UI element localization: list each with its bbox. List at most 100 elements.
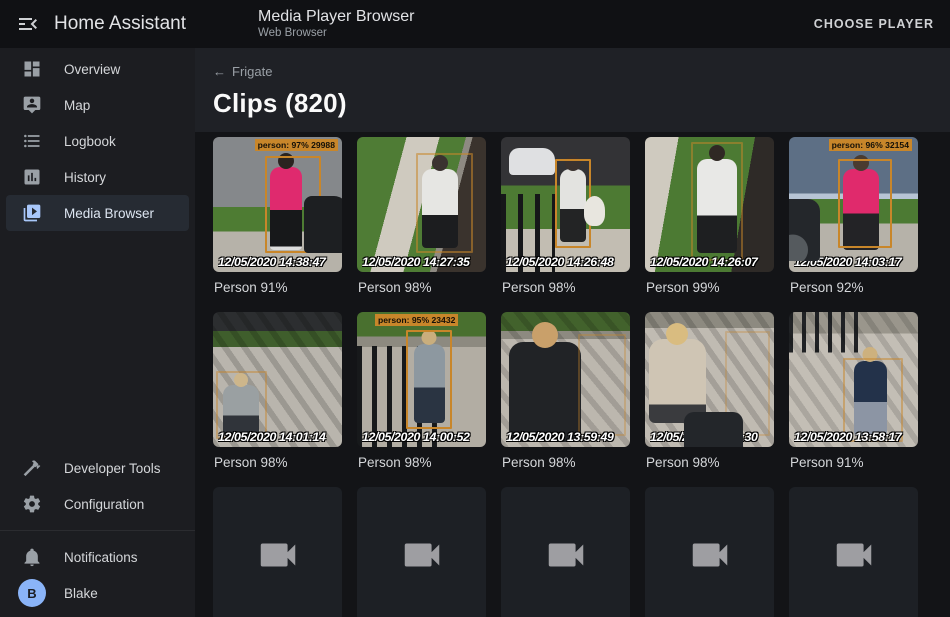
clip-item[interactable]: 12/05/2020 14:01:14 Person 98%	[213, 312, 342, 481]
clip-caption: Person 98%	[358, 455, 486, 470]
sidebar-divider	[0, 530, 195, 531]
breadcrumb-back[interactable]: ← Frigate	[213, 64, 272, 79]
detection-bbox	[265, 156, 322, 253]
clip-thumbnail[interactable]: 12/05/2020 13:58:17	[789, 312, 918, 447]
clip-thumbnail[interactable]: 12/05/2020 14:27:35	[357, 137, 486, 272]
sidebar-item-overview[interactable]: Overview	[6, 51, 189, 87]
clip-item[interactable]: person: 95% 23432 12/05/2020 14:00:52 Pe…	[357, 312, 486, 481]
clip-item[interactable]: 12/05/2020 13:58:17 Person 91%	[789, 312, 918, 481]
video-camera-icon	[543, 532, 589, 578]
app-title: Home Assistant	[54, 13, 186, 35]
choose-player-button[interactable]: CHOOSE PLAYER	[798, 9, 950, 39]
sidebar-item-history[interactable]: History	[6, 159, 189, 195]
hammer-icon	[22, 458, 42, 478]
clip-item[interactable]: person: 97% 29988 12/05/2020 14:38:47 Pe…	[213, 137, 342, 306]
sidebar-item-label: Logbook	[64, 134, 116, 149]
sidebar-item-logbook[interactable]: Logbook	[6, 123, 189, 159]
sidebar-item-notifications[interactable]: Notifications	[6, 539, 189, 575]
user-avatar: B	[18, 579, 46, 607]
clip-thumbnail[interactable]: person: 97% 29988 12/05/2020 14:38:47	[213, 137, 342, 272]
gear-icon	[22, 494, 42, 514]
video-camera-icon	[687, 532, 733, 578]
clip-caption: Person 98%	[214, 455, 342, 470]
detection-bbox	[416, 153, 473, 253]
sidebar-item-label: Map	[64, 98, 90, 113]
folder-thumbnail[interactable]	[501, 487, 630, 617]
clip-timestamp: 12/05/2020 13:59:49	[506, 430, 628, 444]
clip-thumbnail[interactable]: 12/05/2020 14:26:07	[645, 137, 774, 272]
clip-thumbnail[interactable]: 12/05/2020 14:01:14	[213, 312, 342, 447]
clip-thumbnail[interactable]: 12/05/2020 14:26:48	[501, 137, 630, 272]
clip-thumbnail[interactable]: person: 96% 32154 12/05/2020 14:03:17	[789, 137, 918, 272]
view-dashboard-icon	[22, 59, 42, 79]
clip-caption: Person 98%	[502, 280, 630, 295]
folder-thumbnail[interactable]	[213, 487, 342, 617]
media-browser-panel: ← Frigate Clips (820) person: 97% 29988 …	[195, 48, 950, 617]
person-figure	[649, 339, 706, 423]
clip-timestamp: 12/05/2020 14:38:47	[218, 255, 340, 269]
chart-box-icon	[22, 167, 42, 187]
list-bulleted-icon	[22, 131, 42, 151]
clip-timestamp: 12/05/2020 13:58:17	[794, 430, 916, 444]
sidebar-toggle-icon[interactable]	[16, 12, 40, 36]
clip-item[interactable]: 12/05/2020 14:26:48 Person 98%	[501, 137, 630, 306]
clip-timestamp: 12/05/2020 14:03:17	[794, 255, 916, 269]
video-camera-icon	[831, 532, 877, 578]
sidebar-item-configuration[interactable]: Configuration	[6, 486, 189, 522]
person-figure	[509, 342, 581, 442]
clip-item[interactable]: 12/05/2020 13:59:49 Person 98%	[501, 312, 630, 481]
detection-bbox	[578, 334, 626, 437]
sidebar-item-developer-tools[interactable]: Developer Tools	[6, 450, 189, 486]
detection-bbox	[725, 331, 770, 436]
detection-bbox	[555, 159, 591, 248]
clip-caption: Person 91%	[214, 280, 342, 295]
sidebar-item-label: History	[64, 170, 106, 185]
clip-thumbnail[interactable]: 12/05/2020 13:58:30	[645, 312, 774, 447]
clip-timestamp: 12/05/2020 14:01:14	[218, 430, 340, 444]
video-camera-icon	[399, 532, 445, 578]
clip-caption: Person 92%	[790, 280, 918, 295]
folder-thumbnail[interactable]	[789, 487, 918, 617]
clip-item[interactable]: 12/05/2020 14:27:35 Person 98%	[357, 137, 486, 306]
folder-item-last-month[interactable]: Last Month (318)	[645, 487, 774, 617]
clip-timestamp: 12/05/2020 14:26:48	[506, 255, 628, 269]
sidebar: Overview Map Logbook History Media Brows…	[0, 48, 195, 617]
folder-thumbnail[interactable]	[357, 487, 486, 617]
detection-bbox	[691, 142, 743, 261]
clip-caption: Person 91%	[790, 455, 918, 470]
clip-timestamp: 12/05/2020 13:58:30	[650, 430, 772, 444]
sidebar-item-media-browser[interactable]: Media Browser	[6, 195, 189, 231]
clips-grid: person: 97% 29988 12/05/2020 14:38:47 Pe…	[195, 132, 950, 617]
clip-timestamp: 12/05/2020 14:00:52	[362, 430, 484, 444]
folder-thumbnail[interactable]	[645, 487, 774, 617]
clip-caption: Person 98%	[646, 455, 774, 470]
folder-item-this-month[interactable]: This Month (502)	[501, 487, 630, 617]
clip-item[interactable]: 12/05/2020 13:58:30 Person 98%	[645, 312, 774, 481]
media-browser-header: ← Frigate Clips (820)	[195, 48, 950, 132]
bell-icon	[22, 547, 42, 567]
app-header: Home Assistant Media Player Browser Web …	[0, 0, 950, 48]
detection-bbox	[406, 330, 452, 430]
page-header-titles: Media Player Browser Web Browser	[258, 8, 415, 40]
clip-caption: Person 99%	[646, 280, 774, 295]
sidebar-item-profile[interactable]: B Blake	[6, 575, 189, 611]
folder-item-today[interactable]: Today (164)	[213, 487, 342, 617]
clip-thumbnail[interactable]: 12/05/2020 13:59:49	[501, 312, 630, 447]
folder-item-back[interactable]: Back (427)	[789, 487, 918, 617]
sidebar-item-map[interactable]: Map	[6, 87, 189, 123]
sidebar-item-label: Developer Tools	[64, 461, 161, 476]
clip-item[interactable]: person: 96% 32154 12/05/2020 14:03:17 Pe…	[789, 137, 918, 306]
video-camera-icon	[255, 532, 301, 578]
detection-label: person: 95% 23432	[375, 314, 458, 326]
clip-caption: Person 98%	[502, 455, 630, 470]
sidebar-item-label: Notifications	[64, 550, 138, 565]
back-arrow-icon: ←	[213, 64, 226, 79]
detection-label: person: 96% 32154	[829, 139, 912, 151]
clip-item[interactable]: 12/05/2020 14:26:07 Person 99%	[645, 137, 774, 306]
clip-thumbnail[interactable]: person: 95% 23432 12/05/2020 14:00:52	[357, 312, 486, 447]
folder-item-yesterday[interactable]: Yesterday (209)	[357, 487, 486, 617]
clip-caption: Person 98%	[358, 280, 486, 295]
app-header-left: Home Assistant	[0, 12, 195, 36]
tooltip-account-icon	[22, 95, 42, 115]
breadcrumb-label: Frigate	[232, 64, 272, 79]
